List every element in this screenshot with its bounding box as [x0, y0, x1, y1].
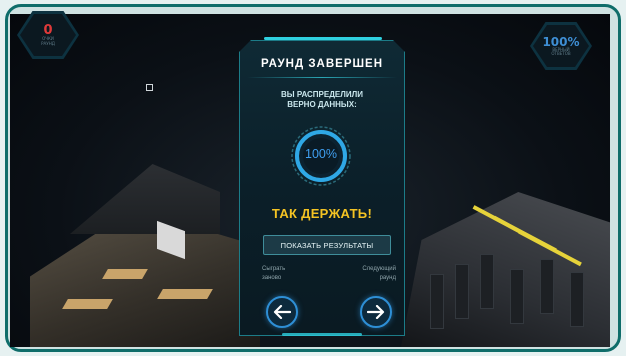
office-desk: [102, 269, 148, 279]
replay-button[interactable]: [266, 296, 298, 328]
server-rack: [455, 264, 469, 319]
office-desk: [62, 299, 113, 309]
server-rack: [540, 259, 554, 314]
next-round-button[interactable]: [360, 296, 392, 328]
hud-accuracy-label: ВЕРНЫЙ ОТВЕТОВ: [551, 46, 571, 56]
server-rack: [430, 274, 444, 329]
server-rack: [510, 269, 524, 324]
dialog-subtitle: ВЫ РАСПРЕДЕЛИЛИ ВЕРНО ДАННЫХ:: [280, 90, 363, 109]
office-wall: [70, 164, 220, 234]
office-desk: [157, 289, 213, 299]
show-results-button[interactable]: ПОКАЗАТЬ РЕЗУЛЬТАТЫ: [263, 235, 391, 255]
server-rack: [480, 254, 494, 309]
dialog-top-glow: [264, 37, 382, 40]
dialog-title: РАУНД ЗАВЕРШЕН: [260, 58, 384, 70]
dialog-title-divider: [247, 77, 397, 78]
arrow-left-icon: [273, 305, 291, 319]
cursor-marker: [146, 84, 153, 91]
hud-round-score-label: ОЧКИ РАУНД: [41, 36, 55, 46]
round-complete-dialog: [239, 40, 405, 336]
dialog-bottom-glow: [282, 333, 362, 336]
arrow-right-icon: [367, 305, 385, 319]
praise-text: ТАК ДЕРЖАТЬ!: [271, 206, 373, 221]
score-value: 100%: [305, 147, 337, 161]
next-round-label: Следующий раунд: [362, 266, 396, 281]
replay-label: Сыграть заново: [262, 266, 286, 281]
server-rack: [570, 272, 584, 327]
